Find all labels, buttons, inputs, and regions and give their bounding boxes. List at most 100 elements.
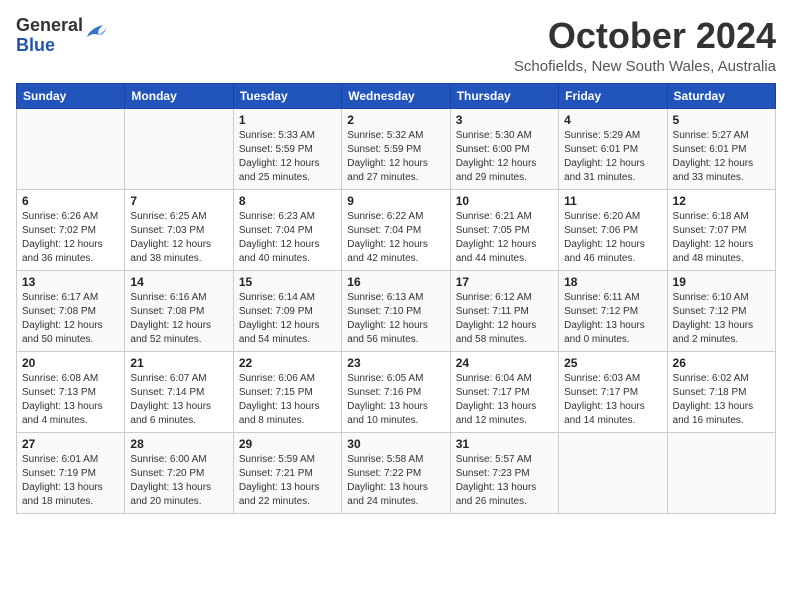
calendar-week: 6Sunrise: 6:26 AM Sunset: 7:02 PM Daylig… — [17, 189, 776, 270]
calendar-cell: 3 Sunrise: 5:30 AM Sunset: 6:00 PM Daylig… — [450, 108, 558, 189]
calendar-cell: 19Sunrise: 6:10 AM Sunset: 7:12 PM Dayli… — [667, 270, 775, 351]
day-number: 8 — [239, 194, 336, 208]
day-info: Sunrise: 5:58 AM Sunset: 7:22 PM Dayligh… — [347, 453, 444, 509]
calendar-cell: 20 Sunrise: 6:08 AM Sunset: 7:13 PM Dayli… — [17, 351, 125, 432]
calendar-cell: 2Sunrise: 5:32 AM Sunset: 5:59 PM Daylig… — [342, 108, 450, 189]
calendar-cell: 26 Sunrise: 6:02 AM Sunset: 7:18 PM Dayli… — [667, 351, 775, 432]
day-info: Sunrise: 6:17 AM Sunset: 7:08 PM Dayligh… — [22, 291, 119, 347]
calendar-body: 1 Sunrise: 5:33 AM Sunset: 5:59 PM Daylig… — [17, 108, 776, 513]
calendar-cell — [559, 432, 667, 513]
day-number: 18 — [564, 275, 661, 289]
day-info: Sunrise: 5:57 AM Sunset: 7:23 PM Dayligh… — [456, 453, 553, 509]
day-number: 22 — [239, 356, 336, 370]
header-row: SundayMondayTuesdayWednesdayThursdayFrid… — [17, 83, 776, 108]
day-info: Sunrise: 6:04 AM Sunset: 7:17 PM Dayligh… — [456, 372, 553, 428]
calendar-cell: 16 Sunrise: 6:13 AM Sunset: 7:10 PM Dayli… — [342, 270, 450, 351]
day-info: Sunrise: 6:25 AM Sunset: 7:03 PM Dayligh… — [130, 210, 227, 266]
header-day: Monday — [125, 83, 233, 108]
calendar-table: SundayMondayTuesdayWednesdayThursdayFrid… — [16, 83, 776, 514]
day-number: 9 — [347, 194, 444, 208]
logo-bird-icon — [85, 23, 107, 41]
day-number: 5 — [673, 113, 770, 127]
day-number: 20 — [22, 356, 119, 370]
calendar-cell: 1 Sunrise: 5:33 AM Sunset: 5:59 PM Daylig… — [233, 108, 341, 189]
day-number: 12 — [673, 194, 770, 208]
page-header: General Blue October 2024 Schofields, Ne… — [16, 16, 776, 75]
month-title: October 2024 — [514, 16, 776, 56]
day-info: Sunrise: 6:14 AM Sunset: 7:09 PM Dayligh… — [239, 291, 336, 347]
calendar-cell: 28 Sunrise: 6:00 AM Sunset: 7:20 PM Dayli… — [125, 432, 233, 513]
day-number: 11 — [564, 194, 661, 208]
day-info: Sunrise: 6:05 AM Sunset: 7:16 PM Dayligh… — [347, 372, 444, 428]
day-info: Sunrise: 6:03 AM Sunset: 7:17 PM Dayligh… — [564, 372, 661, 428]
day-info: Sunrise: 6:08 AM Sunset: 7:13 PM Dayligh… — [22, 372, 119, 428]
calendar-cell: 30Sunrise: 5:58 AM Sunset: 7:22 PM Dayli… — [342, 432, 450, 513]
day-number: 17 — [456, 275, 553, 289]
calendar-cell: 27Sunrise: 6:01 AM Sunset: 7:19 PM Dayli… — [17, 432, 125, 513]
day-number: 21 — [130, 356, 227, 370]
calendar-cell: 6Sunrise: 6:26 AM Sunset: 7:02 PM Daylig… — [17, 189, 125, 270]
calendar-week: 20 Sunrise: 6:08 AM Sunset: 7:13 PM Dayli… — [17, 351, 776, 432]
day-info: Sunrise: 6:21 AM Sunset: 7:05 PM Dayligh… — [456, 210, 553, 266]
day-number: 28 — [130, 437, 227, 451]
day-number: 2 — [347, 113, 444, 127]
calendar-cell — [125, 108, 233, 189]
day-info: Sunrise: 5:30 AM Sunset: 6:00 PM Dayligh… — [456, 129, 553, 185]
calendar-cell — [17, 108, 125, 189]
day-number: 4 — [564, 113, 661, 127]
calendar-header: SundayMondayTuesdayWednesdayThursdayFrid… — [17, 83, 776, 108]
header-day: Friday — [559, 83, 667, 108]
calendar-cell: 12Sunrise: 6:18 AM Sunset: 7:07 PM Dayli… — [667, 189, 775, 270]
calendar-cell — [667, 432, 775, 513]
calendar-cell: 14Sunrise: 6:16 AM Sunset: 7:08 PM Dayli… — [125, 270, 233, 351]
day-info: Sunrise: 6:26 AM Sunset: 7:02 PM Dayligh… — [22, 210, 119, 266]
day-number: 24 — [456, 356, 553, 370]
day-info: Sunrise: 6:11 AM Sunset: 7:12 PM Dayligh… — [564, 291, 661, 347]
day-info: Sunrise: 5:27 AM Sunset: 6:01 PM Dayligh… — [673, 129, 770, 185]
day-number: 16 — [347, 275, 444, 289]
day-info: Sunrise: 6:12 AM Sunset: 7:11 PM Dayligh… — [456, 291, 553, 347]
day-info: Sunrise: 6:00 AM Sunset: 7:20 PM Dayligh… — [130, 453, 227, 509]
calendar-cell: 18 Sunrise: 6:11 AM Sunset: 7:12 PM Dayli… — [559, 270, 667, 351]
calendar-cell: 7 Sunrise: 6:25 AM Sunset: 7:03 PM Daylig… — [125, 189, 233, 270]
day-info: Sunrise: 6:06 AM Sunset: 7:15 PM Dayligh… — [239, 372, 336, 428]
header-day: Tuesday — [233, 83, 341, 108]
day-info: Sunrise: 6:07 AM Sunset: 7:14 PM Dayligh… — [130, 372, 227, 428]
day-info: Sunrise: 5:33 AM Sunset: 5:59 PM Dayligh… — [239, 129, 336, 185]
logo: General Blue — [16, 16, 107, 56]
day-number: 3 — [456, 113, 553, 127]
day-info: Sunrise: 6:23 AM Sunset: 7:04 PM Dayligh… — [239, 210, 336, 266]
header-day: Saturday — [667, 83, 775, 108]
day-info: Sunrise: 6:02 AM Sunset: 7:18 PM Dayligh… — [673, 372, 770, 428]
day-number: 29 — [239, 437, 336, 451]
day-info: Sunrise: 6:20 AM Sunset: 7:06 PM Dayligh… — [564, 210, 661, 266]
location-title: Schofields, New South Wales, Australia — [514, 58, 776, 75]
calendar-cell: 8 Sunrise: 6:23 AM Sunset: 7:04 PM Daylig… — [233, 189, 341, 270]
day-number: 26 — [673, 356, 770, 370]
day-info: Sunrise: 6:16 AM Sunset: 7:08 PM Dayligh… — [130, 291, 227, 347]
header-day: Sunday — [17, 83, 125, 108]
calendar-cell: 13Sunrise: 6:17 AM Sunset: 7:08 PM Dayli… — [17, 270, 125, 351]
calendar-cell: 29 Sunrise: 5:59 AM Sunset: 7:21 PM Dayli… — [233, 432, 341, 513]
day-number: 31 — [456, 437, 553, 451]
day-number: 1 — [239, 113, 336, 127]
calendar-cell: 25Sunrise: 6:03 AM Sunset: 7:17 PM Dayli… — [559, 351, 667, 432]
day-number: 15 — [239, 275, 336, 289]
day-info: Sunrise: 5:59 AM Sunset: 7:21 PM Dayligh… — [239, 453, 336, 509]
day-info: Sunrise: 6:13 AM Sunset: 7:10 PM Dayligh… — [347, 291, 444, 347]
calendar-cell: 31 Sunrise: 5:57 AM Sunset: 7:23 PM Dayli… — [450, 432, 558, 513]
header-day: Thursday — [450, 83, 558, 108]
logo-general: General — [16, 15, 83, 35]
calendar-cell: 11 Sunrise: 6:20 AM Sunset: 7:06 PM Dayli… — [559, 189, 667, 270]
calendar-cell: 17 Sunrise: 6:12 AM Sunset: 7:11 PM Dayli… — [450, 270, 558, 351]
day-number: 23 — [347, 356, 444, 370]
day-number: 27 — [22, 437, 119, 451]
day-info: Sunrise: 6:10 AM Sunset: 7:12 PM Dayligh… — [673, 291, 770, 347]
calendar-cell: 24 Sunrise: 6:04 AM Sunset: 7:17 PM Dayli… — [450, 351, 558, 432]
day-number: 10 — [456, 194, 553, 208]
logo-blue: Blue — [16, 35, 55, 55]
day-number: 7 — [130, 194, 227, 208]
calendar-cell: 22 Sunrise: 6:06 AM Sunset: 7:15 PM Dayli… — [233, 351, 341, 432]
calendar-cell: 15 Sunrise: 6:14 AM Sunset: 7:09 PM Dayli… — [233, 270, 341, 351]
calendar-cell: 4Sunrise: 5:29 AM Sunset: 6:01 PM Daylig… — [559, 108, 667, 189]
